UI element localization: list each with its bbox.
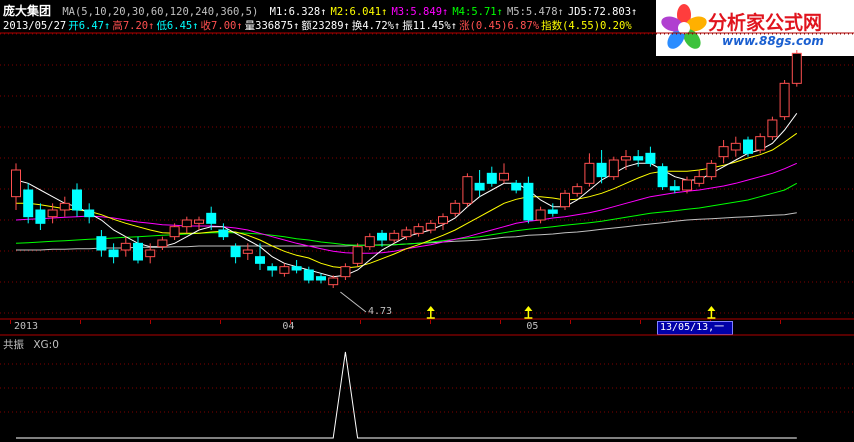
date-tick	[220, 320, 221, 324]
candle-body	[242, 249, 253, 254]
signal-marker-icon	[426, 306, 435, 319]
candle-body	[194, 219, 204, 224]
candle-body	[413, 226, 424, 234]
candle-body	[255, 256, 265, 264]
candle-body	[47, 209, 58, 218]
price-chart[interactable]	[0, 0, 854, 320]
candle-body	[328, 277, 339, 286]
candle-body	[682, 179, 692, 191]
date-tick	[430, 320, 431, 324]
candle-body	[96, 236, 107, 251]
candle-body	[755, 136, 766, 151]
candle-body	[108, 249, 119, 258]
candle-body	[389, 232, 400, 241]
candle-body	[657, 166, 668, 188]
candle-body	[669, 186, 680, 191]
signal-marker-icon	[524, 306, 533, 319]
candle-body	[791, 52, 802, 84]
candle-body	[316, 276, 326, 281]
candle-body	[694, 176, 705, 184]
signal-marker-icon	[707, 306, 716, 319]
candle-body	[645, 152, 656, 164]
candle-body	[596, 162, 607, 178]
candle-body	[145, 249, 156, 258]
date-label: 04	[282, 321, 295, 332]
candle-body	[486, 172, 497, 184]
candle-body	[84, 209, 95, 218]
candle-body	[535, 209, 546, 221]
candle-body	[462, 176, 473, 204]
candle-body	[72, 189, 82, 211]
date-tick	[640, 320, 641, 324]
candle-body	[303, 269, 314, 281]
indicator-line	[16, 351, 797, 439]
date-tick	[10, 320, 11, 324]
cursor-date-label: 13/05/13,一	[657, 321, 733, 335]
candle-body	[218, 229, 229, 238]
candle-body	[364, 236, 375, 248]
candle-body	[730, 142, 741, 151]
candle-body	[23, 189, 34, 218]
candle-body	[133, 242, 143, 261]
candle-body	[11, 169, 21, 198]
indicator-chart[interactable]	[0, 334, 854, 442]
candle-body	[767, 119, 778, 138]
candle-body	[584, 162, 595, 184]
candle-body	[572, 186, 583, 194]
date-tick	[500, 320, 501, 324]
candle-body	[291, 266, 302, 271]
candle-body	[511, 182, 522, 191]
candle-body	[35, 209, 46, 224]
candle-body	[633, 156, 644, 161]
date-tick	[360, 320, 361, 324]
candle-body	[425, 222, 436, 231]
low-price-label: 4.73	[368, 306, 393, 317]
date-label: 05	[526, 321, 539, 332]
candle-body	[523, 182, 534, 221]
candle-body	[340, 266, 351, 278]
candle-body	[120, 242, 131, 251]
date-tick	[290, 320, 291, 324]
candle-body	[743, 139, 753, 154]
low-price-pointer	[340, 291, 367, 313]
candle-body	[779, 82, 790, 118]
candle-body	[352, 246, 363, 264]
candle-body	[450, 202, 461, 214]
candle-body	[499, 172, 509, 181]
candle-body	[560, 192, 570, 208]
candle-body	[621, 156, 631, 161]
candle-body	[267, 266, 278, 271]
candle-body	[401, 229, 412, 238]
candle-body	[157, 239, 168, 248]
date-tick	[570, 320, 571, 324]
candle-body	[706, 162, 717, 178]
candle-body	[181, 219, 192, 228]
date-label: 2013	[14, 321, 39, 332]
date-tick	[150, 320, 151, 324]
candle-body	[230, 246, 241, 258]
candle-body	[608, 159, 619, 178]
candle-body	[59, 202, 70, 211]
candle-body	[718, 146, 729, 158]
candle-body	[438, 216, 448, 224]
candle-body	[279, 266, 290, 274]
candle-body	[169, 226, 180, 238]
candle-body	[474, 182, 485, 191]
candle-body	[377, 232, 387, 241]
candle-body	[547, 209, 558, 214]
candle-body	[206, 212, 217, 224]
date-tick	[80, 320, 81, 324]
date-tick	[780, 320, 781, 324]
